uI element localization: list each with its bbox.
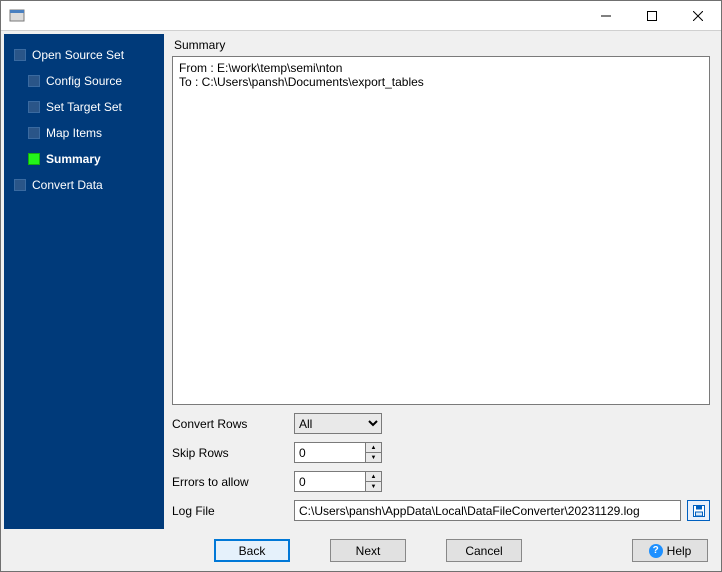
next-button-label: Next (356, 544, 381, 558)
step-box-icon (28, 153, 40, 165)
step-box-icon (14, 49, 26, 61)
cancel-button-label: Cancel (465, 544, 502, 558)
summary-text[interactable]: From : E:\work\temp\semi\nton To : C:\Us… (172, 56, 710, 405)
errors-stepper[interactable]: ▲ ▼ (294, 471, 382, 492)
skip-rows-stepper[interactable]: ▲ ▼ (294, 442, 382, 463)
section-title: Summary (172, 36, 710, 56)
log-file-label: Log File (172, 504, 294, 518)
help-button[interactable]: ? Help (632, 539, 708, 562)
step-box-icon (28, 127, 40, 139)
errors-input[interactable] (294, 471, 365, 492)
step-label: Summary (46, 152, 101, 166)
window-controls (583, 1, 721, 30)
sidebar-item-convert-data[interactable]: Convert Data (14, 172, 158, 198)
steps-sidebar: Open Source Set Config Source Set Target… (4, 34, 164, 529)
back-button-label: Back (239, 544, 266, 558)
sidebar-item-config-source[interactable]: Config Source (14, 68, 158, 94)
disk-icon (692, 504, 706, 518)
spin-down-icon[interactable]: ▼ (366, 482, 381, 491)
help-icon: ? (649, 544, 663, 558)
step-label: Set Target Set (46, 100, 122, 114)
app-icon (9, 8, 25, 24)
step-label: Config Source (46, 74, 122, 88)
convert-rows-label: Convert Rows (172, 417, 294, 431)
wizard-window: Open Source Set Config Source Set Target… (0, 0, 722, 572)
maximize-button[interactable] (629, 1, 675, 30)
content-pane: Summary From : E:\work\temp\semi\nton To… (164, 34, 718, 529)
sidebar-item-set-target-set[interactable]: Set Target Set (14, 94, 158, 120)
step-box-icon (14, 179, 26, 191)
browse-log-button[interactable] (687, 500, 710, 521)
minimize-button[interactable] (583, 1, 629, 30)
step-label: Open Source Set (32, 48, 124, 62)
sidebar-item-open-source-set[interactable]: Open Source Set (14, 42, 158, 68)
errors-label: Errors to allow (172, 475, 294, 489)
titlebar (1, 1, 721, 31)
step-label: Map Items (46, 126, 102, 140)
client-area: Open Source Set Config Source Set Target… (1, 31, 721, 571)
cancel-button[interactable]: Cancel (446, 539, 522, 562)
next-button[interactable]: Next (330, 539, 406, 562)
summary-from-line: From : E:\work\temp\semi\nton (179, 61, 342, 75)
step-label: Convert Data (32, 178, 103, 192)
step-box-icon (28, 75, 40, 87)
convert-rows-select[interactable]: All (294, 413, 382, 434)
back-button[interactable]: Back (214, 539, 290, 562)
summary-to-line: To : C:\Users\pansh\Documents\export_tab… (179, 75, 424, 89)
skip-rows-label: Skip Rows (172, 446, 294, 460)
log-file-input[interactable] (294, 500, 681, 521)
spin-up-icon[interactable]: ▲ (366, 443, 381, 453)
close-button[interactable] (675, 1, 721, 30)
button-bar: Back Next Cancel ? Help (4, 529, 718, 568)
spin-up-icon[interactable]: ▲ (366, 472, 381, 482)
help-button-label: Help (667, 544, 692, 558)
spin-down-icon[interactable]: ▼ (366, 453, 381, 462)
step-box-icon (28, 101, 40, 113)
sidebar-item-map-items[interactable]: Map Items (14, 120, 158, 146)
skip-rows-input[interactable] (294, 442, 365, 463)
sidebar-item-summary[interactable]: Summary (14, 146, 158, 172)
